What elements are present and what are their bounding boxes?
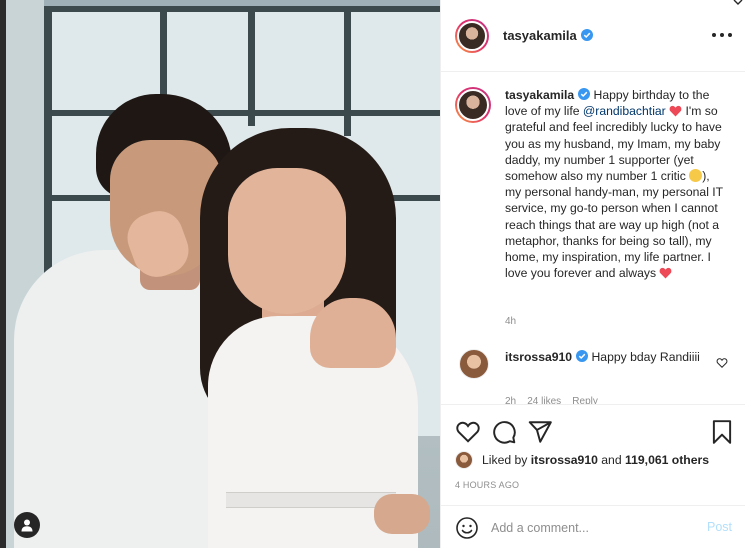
liked-by-and: and [601,453,622,467]
caption-mention[interactable]: @randibachtiar [583,104,666,118]
likes-count[interactable]: 119,061 others [625,453,709,467]
post-actions: Liked by itsrossa910 and 119,061 others … [441,404,745,548]
close-icon[interactable] [733,0,743,6]
author-avatar[interactable] [455,18,489,53]
reply-button[interactable]: Reply [572,396,598,404]
comment-item: itsrossa910 Happy bday Randiiii [455,349,740,379]
window-mullion-3 [344,6,351,136]
author-username[interactable]: tasyakamila [503,28,593,43]
comment-likes[interactable]: 24 likes [527,396,561,404]
window-rail-1 [44,110,440,116]
add-comment-bar: Post [441,505,745,548]
bookmark-icon[interactable] [709,419,735,445]
liked-by-prefix: Liked by [482,453,528,467]
heart-icon[interactable] [455,419,481,445]
comment-author[interactable]: itsrossa910 [505,350,572,364]
smile-icon[interactable] [455,516,479,540]
more-horizontal-icon[interactable] [712,28,732,42]
person-glyph [21,519,33,532]
action-icons-row [455,419,735,445]
caption-avatar[interactable] [455,87,491,123]
comment-icon[interactable] [491,419,517,445]
share-icon[interactable] [527,419,553,445]
post-header: tasyakamila [441,0,745,72]
liked-by-user[interactable]: itsrossa910 [531,453,598,467]
liked-by-row: Liked by itsrossa910 and 119,061 others [455,451,709,469]
post-side-panel: tasyakamila tasyakamila Happy birthday t… [440,0,745,548]
verified-badge-icon [578,88,591,100]
post-caption: tasyakamila Happy birthday to the love o… [455,87,740,281]
window-frame-top [44,6,440,12]
man-hand [374,494,430,534]
post-modal: tasyakamila tasyakamila Happy birthday t… [0,0,745,548]
verified-badge-icon [576,350,589,362]
post-photo[interactable] [0,0,440,548]
comment-meta: 2h 24 likes Reply [505,396,598,404]
caption-author[interactable]: tasyakamila [505,88,574,102]
comment-avatar[interactable] [459,349,489,379]
post-timestamp[interactable]: 4 HOURS AGO [455,480,519,490]
add-comment-input[interactable] [491,517,691,538]
dress-belt [226,492,396,508]
comment-body: Happy bday Randiiii [591,350,700,364]
person-icon[interactable] [14,512,40,538]
woman-face [228,168,346,314]
heart-icon[interactable] [716,357,728,369]
comment-text: itsrossa910 Happy bday Randiiii [505,349,705,379]
caption-text: tasyakamila Happy birthday to the love o… [505,87,727,281]
liked-by-avatar[interactable] [455,451,473,469]
woman-shoulder [310,298,396,368]
comment-time: 2h [505,396,517,404]
photo-edge [0,0,6,548]
sweat-smile-emoji-icon [689,169,703,183]
verified-badge-icon [580,29,593,41]
caption-part-3: ), my personal handy-man, my personal IT… [505,169,723,281]
comments-scroll-area[interactable]: tasyakamila Happy birthday to the love o… [441,73,745,404]
caption-time: 4h [505,316,517,327]
red-heart-emoji-icon [669,106,682,117]
post-comment-button[interactable]: Post [707,520,732,534]
window-mullion-2 [248,6,255,126]
red-heart-emoji-icon [660,268,672,279]
